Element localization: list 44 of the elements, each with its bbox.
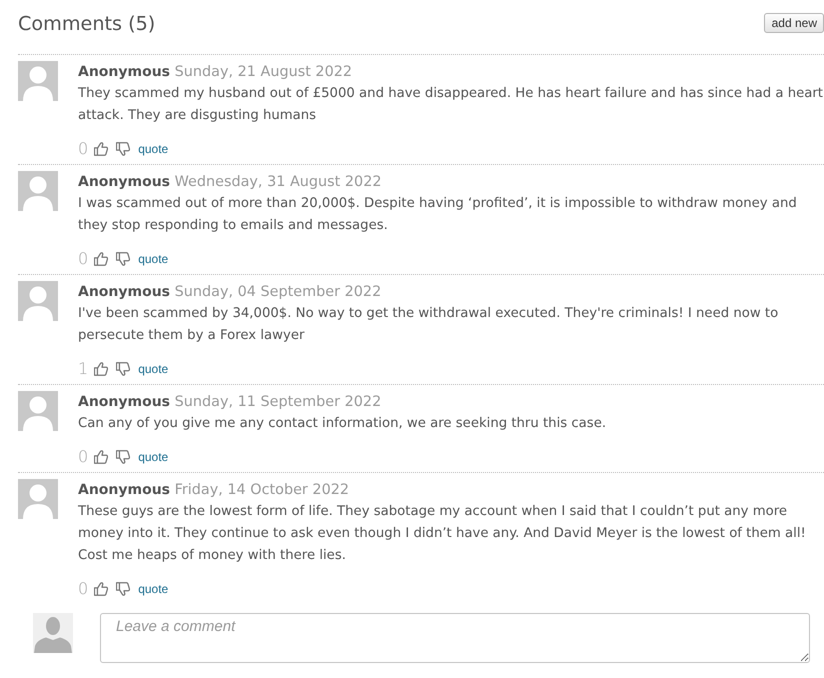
author-name: Anonymous [78,64,170,80]
comment-date: Sunday, 04 September 2022 [174,284,382,300]
comment-text: They scammed my husband out of £5000 and have disappeared. He has heart failure and has since had a heart attack. They are disgusting humans [78,85,824,125]
vote-count: 0 [78,447,88,467]
author-name: Anonymous [78,174,170,190]
quote-link[interactable]: quote [138,449,168,465]
person-avatar-icon [18,479,58,519]
comment-date: Sunday, 11 September 2022 [174,394,382,410]
quote-link[interactable]: quote [138,361,168,377]
thumbs-down-icon[interactable] [116,362,130,376]
thumbs-up-icon[interactable] [94,362,108,376]
person-avatar-icon [33,613,73,653]
page-title: Comments (5) [18,11,156,37]
thumbs-up-icon[interactable] [94,142,108,156]
vote-count: 0 [78,249,88,269]
thumbs-down-icon[interactable] [116,450,130,464]
comment-text: Can any of you give me any contact information, we are seeking thru this case. [78,415,608,433]
comment-date: Sunday, 21 August 2022 [174,64,352,80]
quote-link[interactable]: quote [138,581,168,597]
vote-count: 0 [78,579,88,599]
comment-text: These guys are the lowest form of life. They sabotage my account when I said that I couldn’t put any more money into it. They continue to ask even though I didn’t have any. And David Meyer is the lowest of them all! Cost me heaps of money with there lies. [78,503,807,565]
thumbs-up-icon[interactable] [94,252,108,266]
author-name: Anonymous [78,482,170,498]
person-avatar-icon [18,391,58,431]
author-name: Anonymous [78,394,170,410]
thumbs-down-icon[interactable] [116,142,130,156]
add-new-button[interactable]: add new [764,13,824,33]
thumbs-down-icon[interactable] [116,582,130,596]
person-avatar-icon [18,171,58,211]
person-avatar-icon [18,61,58,101]
comment-date: Wednesday, 31 August 2022 [174,174,382,190]
comment-field[interactable]: Leave a comment [100,613,810,663]
person-avatar-icon [18,281,58,321]
comment-text: I was scammed out of more than 20,000$. Despite having ‘profited’, it is impossible to withdraw money and they stop responding to emails and messages. [78,195,798,235]
vote-count: 1 [78,359,88,379]
comment-date: Friday, 14 October 2022 [174,482,350,498]
quote-link[interactable]: quote [138,251,168,267]
vote-count: 0 [78,139,88,159]
thumbs-up-icon[interactable] [94,582,108,596]
thumbs-down-icon[interactable] [116,252,130,266]
comment-text: I've been scammed by 34,000$. No way to get the withdrawal executed. They're criminals! I need now to persecute them by a Forex lawyer [78,305,780,345]
thumbs-up-icon[interactable] [94,450,108,464]
quote-link[interactable]: quote [138,141,168,157]
author-name: Anonymous [78,284,170,300]
